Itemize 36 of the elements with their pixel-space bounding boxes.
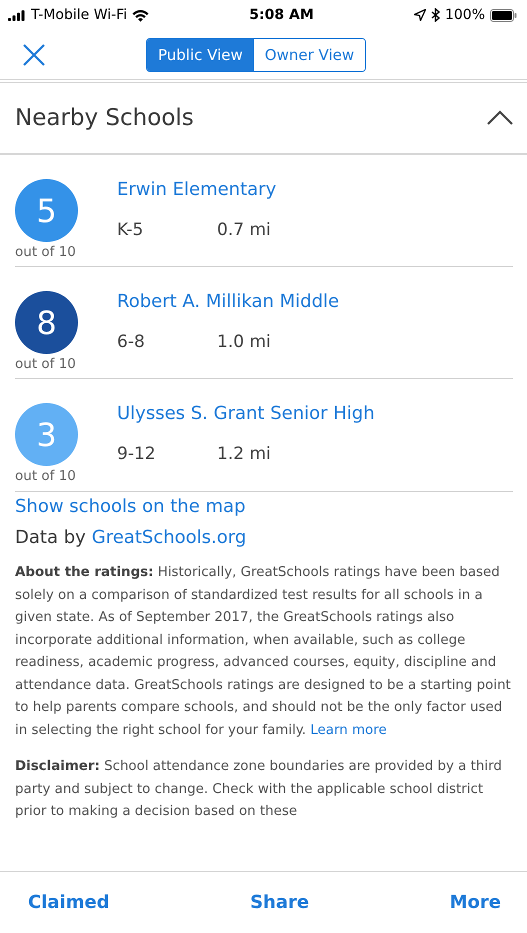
chevron-up-icon[interactable] [487,110,513,126]
distance: 1.2 mi [217,444,271,464]
close-icon[interactable] [22,42,46,66]
battery-icon [490,8,517,22]
toolbar-button[interactable]: More [450,888,501,917]
carrier-name: T-Mobile Wi-Fi [31,7,128,23]
grade-range: 9-12 [117,444,157,464]
wifi-icon [132,8,150,22]
data-source-label: Data by [15,527,86,548]
grade-range: 6-8 [117,332,146,352]
toolbar-button[interactable]: Claimed [28,888,110,917]
rating-circle: 3 [15,403,78,466]
map-link[interactable]: Show schools on the map [15,491,513,517]
ratings-paragraph: About the ratings: Historically, GreatSchools ratings have been based solely on a comparison of standardized test results for all schools in a given state. As of September 2017, the GreatSchools ratings also incorporate additional information, when available, such as college readiness, academic progress, advanced courses, equity, discipline and attendance data. GreatSchools ratings are designed to be a starting point to help parents compare schools, and should not be the only factor used in selecting the right school for your family. Learn more [15,564,512,740]
rating-circle: 8 [15,291,78,354]
rating-scale: out of 10 [15,244,76,260]
rating-scale: out of 10 [15,468,76,484]
distance: 0.7 mi [217,220,271,240]
school-name-link[interactable]: Ulysses S. Grant Senior High [117,403,375,424]
toolbar-button[interactable]: Share [250,888,310,917]
bluetooth-icon [430,8,440,22]
battery-percent: 100% [444,7,485,23]
school-name-link[interactable]: Robert A. Millikan Middle [117,291,340,312]
school-name-link[interactable]: Erwin Elementary [117,179,276,200]
view-tab[interactable]: Public View [147,39,254,71]
grade-range: K-5 [117,220,144,240]
distance: 1.0 mi [217,332,271,352]
disclaimer-paragraph: Disclaimer: School attendance zone boundaries are provided by a third party and subject to change. Check with the applicable school district prior to making a decision based on these [15,758,503,821]
learn-more-link[interactable]: Learn more [310,722,387,738]
location-arrow-icon [414,9,426,21]
signal-icon [8,10,26,20]
rating-scale: out of 10 [15,356,76,372]
rating-circle: 5 [15,179,78,242]
clock-time: 5:08 AM [249,7,314,23]
section-title: Nearby Schools [15,105,194,131]
greatschools-link[interactable]: GreatSchools.org [92,527,246,548]
